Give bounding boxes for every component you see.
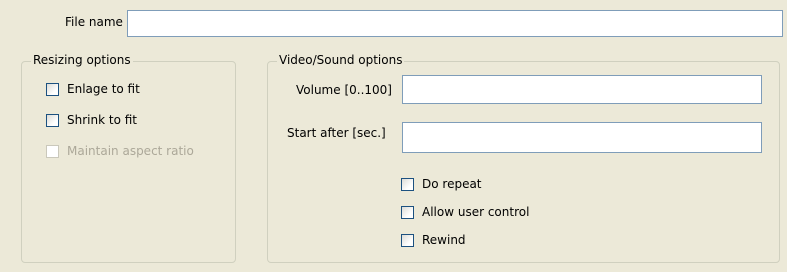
resizing-options-title: Resizing options bbox=[31, 53, 133, 67]
shrink-to-fit-checkbox[interactable]: Shrink to fit bbox=[46, 112, 137, 128]
rewind-checkbox[interactable]: Rewind bbox=[401, 232, 466, 248]
enlarge-to-fit-label: Enlage to fit bbox=[67, 82, 140, 96]
options-panel: { "file": { "label": "File name", "value… bbox=[0, 0, 787, 272]
video-sound-options-title: Video/Sound options bbox=[277, 53, 405, 67]
file-name-label: File name bbox=[65, 15, 123, 29]
checkbox-box bbox=[46, 144, 59, 158]
do-repeat-checkbox[interactable]: Do repeat bbox=[401, 176, 482, 192]
checkbox-box[interactable] bbox=[401, 177, 414, 191]
allow-user-control-label: Allow user control bbox=[422, 205, 530, 219]
volume-input[interactable] bbox=[402, 75, 762, 104]
checkbox-box[interactable] bbox=[401, 205, 414, 219]
checkbox-box[interactable] bbox=[46, 113, 59, 127]
file-name-input[interactable] bbox=[127, 10, 783, 37]
maintain-aspect-ratio-label: Maintain aspect ratio bbox=[67, 144, 194, 158]
allow-user-control-checkbox[interactable]: Allow user control bbox=[401, 204, 529, 220]
shrink-to-fit-label: Shrink to fit bbox=[67, 113, 137, 127]
maintain-aspect-ratio-checkbox: Maintain aspect ratio bbox=[46, 143, 194, 159]
enlarge-to-fit-checkbox[interactable]: Enlage to fit bbox=[46, 81, 140, 97]
start-after-label: Start after [sec.] bbox=[287, 126, 386, 140]
rewind-label: Rewind bbox=[422, 233, 466, 247]
volume-label: Volume [0..100] bbox=[296, 83, 392, 97]
do-repeat-label: Do repeat bbox=[422, 177, 482, 191]
start-after-input[interactable] bbox=[402, 122, 762, 153]
checkbox-box[interactable] bbox=[46, 82, 59, 96]
checkbox-box[interactable] bbox=[401, 233, 414, 247]
